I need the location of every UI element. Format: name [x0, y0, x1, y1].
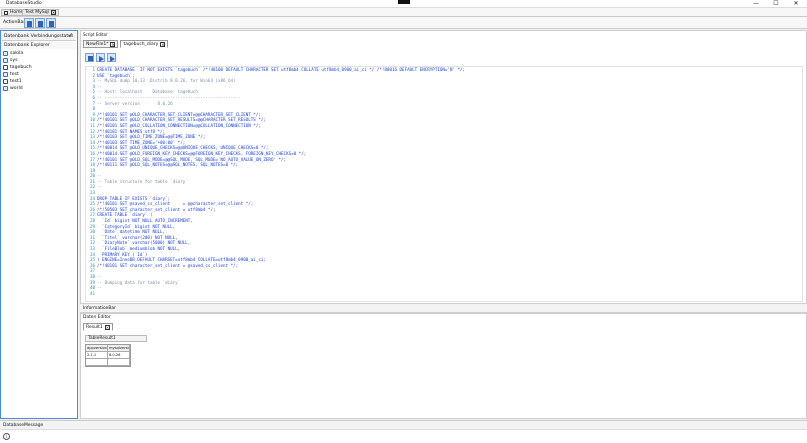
code-text: -- Server version 8.0.26 [97, 100, 173, 106]
explorer-header: Datenbank Explorer [2, 42, 76, 49]
database-icon [3, 86, 8, 91]
minimize-button[interactable]: — [747, 0, 765, 8]
column-header[interactable]: mysqlversion [108, 345, 130, 352]
tree-item-label: test [10, 72, 19, 77]
database-icon [3, 79, 8, 84]
script-editor-title: Script Editor [83, 32, 108, 37]
tree-item-label: tagebuch [10, 65, 32, 70]
left-panel: Datenbank Verbindungsstatus ✔ Datenbank … [0, 30, 78, 419]
tab-test-mysql-label: Test MySql [25, 9, 49, 15]
connected-check-icon: ✔ [67, 32, 73, 39]
script-editor-tabs: NewFile1* × tagebuch_diary × [83, 40, 169, 49]
action-bar-label: ActionBar [3, 20, 26, 25]
tree-item-test1[interactable]: test1 [3, 78, 73, 85]
tree-item-sakila[interactable]: sakila [3, 50, 73, 57]
line-number: 41 [89, 290, 95, 296]
database-icon [3, 72, 8, 77]
camera-notch [398, 0, 410, 4]
close-tab-icon[interactable]: × [110, 41, 116, 47]
tree-item-test[interactable]: test [3, 71, 73, 78]
code-text: -- Dumping data for table `diary` [97, 279, 181, 285]
app-tab-strip: Home Test MySql × [0, 8, 807, 17]
status-bar: i [0, 429, 807, 443]
close-tab-icon[interactable]: × [104, 324, 110, 330]
new-file-icon [27, 21, 32, 27]
info-icon[interactable]: i [3, 433, 10, 440]
tree-item-tagebuch[interactable]: tagebuch [3, 64, 73, 71]
code-text: -- Table structure for table `diary` [97, 178, 188, 184]
save-icon [88, 56, 93, 61]
empty-cell[interactable] [108, 359, 130, 366]
tree-item-label: test1 [10, 79, 22, 84]
daten-editor-title: Daten Editor [83, 315, 111, 320]
database-icon [3, 51, 8, 56]
daten-editor-panel: Daten Editor Result1 × TableResult1 appv… [80, 313, 807, 419]
table-cell[interactable]: 8.0.26 [108, 352, 130, 359]
save-script-button[interactable] [85, 53, 94, 62]
code-text: CREATE DATABASE IF NOT EXISTS `tagebuch`… [97, 67, 466, 72]
connection-status-label: Datenbank Verbindungsstatus [4, 34, 74, 39]
database-icon [3, 58, 8, 63]
play-icon [99, 55, 104, 62]
code-text: -- MySQL dump 10.13 Distrib 8.0.26, for … [97, 78, 236, 84]
information-bar: InformationBar [80, 305, 807, 313]
tree-item-label: sakila [10, 51, 24, 56]
close-tab-icon[interactable]: × [160, 41, 166, 47]
close-window-button[interactable]: ✕ [787, 0, 805, 8]
tab-tagebuch-diary[interactable]: tagebuch_diary × [120, 40, 169, 48]
empty-row[interactable] [86, 359, 130, 366]
execute-button[interactable] [96, 53, 105, 62]
code-editor[interactable]: 1 CREATE DATABASE IF NOT EXISTS `tagebuch… [85, 66, 803, 302]
play-icon [110, 55, 115, 62]
table-row[interactable]: 2.1.1 8.0.26 [86, 352, 130, 359]
tab-newfile1[interactable]: NewFile1* × [83, 40, 119, 48]
action-bar: ActionBar [0, 17, 807, 29]
tab-result1-label: Result1 [86, 324, 103, 330]
tab-tagebuch-diary-label: tagebuch_diary [123, 41, 159, 47]
table-result-header: TableResult1 [85, 335, 147, 342]
tree-item-sys[interactable]: sys [3, 57, 73, 64]
tab-newfile1-label: NewFile1* [86, 41, 109, 47]
connection-status-header: Datenbank Verbindungsstatus [2, 32, 76, 41]
code-text: /*!40101 SET character_set_client = @sav… [97, 262, 239, 268]
database-icon [3, 65, 8, 70]
script-toolbar [85, 53, 116, 63]
new-file-button[interactable] [24, 18, 34, 28]
open-file-button[interactable] [35, 18, 45, 28]
open-file-icon [38, 21, 43, 27]
tab-test-mysql[interactable]: Test MySql × [22, 9, 59, 16]
home-icon [4, 10, 8, 15]
save-file-icon [49, 21, 54, 27]
column-header[interactable]: appversion [86, 345, 108, 352]
tab-result1[interactable]: Result1 × [83, 323, 113, 331]
tree-item-label: sys [10, 58, 18, 63]
execute-selection-button[interactable] [107, 53, 116, 62]
tree-item-label: world [10, 86, 23, 91]
code-text: /*!40111 SET @OLD_SQL_NOTES=@@SQL_NOTES,… [97, 162, 239, 168]
code-line: 41 [86, 291, 802, 297]
script-editor-panel: Script Editor NewFile1* × tagebuch_diary… [80, 30, 807, 304]
tree-item-world[interactable]: world [3, 85, 73, 92]
message-bar: DatabaseMessage [0, 420, 807, 429]
table-cell[interactable]: 2.1.1 [86, 352, 108, 359]
result-grid[interactable]: appversionmysqlversion2.1.18.0.26 [85, 344, 131, 367]
maximize-button[interactable]: ☐ [767, 0, 785, 8]
close-tab-icon[interactable]: × [50, 10, 56, 15]
save-file-button[interactable] [46, 18, 56, 28]
empty-cell[interactable] [86, 359, 108, 366]
app-title: DatabaseStudio [6, 1, 42, 6]
grid-header-row: appversionmysqlversion [86, 345, 130, 352]
